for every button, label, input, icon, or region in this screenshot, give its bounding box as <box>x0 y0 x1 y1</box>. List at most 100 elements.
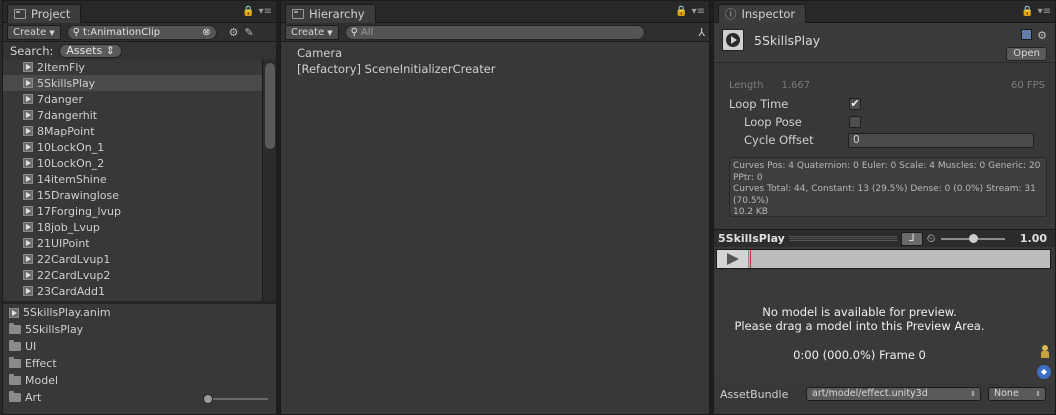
clip-list-item[interactable]: 10LockOn_1 <box>3 139 276 155</box>
folder-list-item[interactable]: 5SkillsPlay.anim <box>3 304 276 321</box>
assetbundle-value: art/model/effect.unity3d <box>812 388 928 399</box>
assetbundle-row: AssetBundle art/model/effect.unity3d ⇕ No… <box>714 385 1055 403</box>
project-create-button[interactable]: Create ▼ <box>7 24 61 40</box>
clip-list-item[interactable]: 10LockOn_2 <box>3 155 276 171</box>
lock-icon[interactable]: 🔒 <box>1021 6 1033 17</box>
tab-project[interactable]: Project <box>7 4 82 23</box>
panel-menu-controls: 🔒 ▾≡ <box>242 6 272 17</box>
clip-list-item-label: 21UIPoint <box>37 236 90 250</box>
anim-clip-icon <box>23 94 33 104</box>
playback-speed-icon: ⏲ <box>926 231 936 245</box>
filter-by-type-icon[interactable]: ⚙ <box>229 26 239 39</box>
clip-list-item[interactable]: 8MapPoint <box>3 123 276 139</box>
speed-knob[interactable] <box>969 233 979 243</box>
tab-inspector[interactable]: ⓘ Inspector <box>718 4 807 23</box>
preview-area[interactable]: No model is available for preview. Pleas… <box>714 271 1055 383</box>
avatar-icon[interactable] <box>1041 345 1049 359</box>
anim-clip-icon <box>23 174 33 184</box>
folder-list-item[interactable]: 5SkillsPlay <box>3 321 276 338</box>
clip-list-item[interactable]: 22CardLvup1 <box>3 251 276 267</box>
updown-arrow-icon: ⇕ <box>1035 390 1041 398</box>
play-button[interactable] <box>717 250 749 268</box>
project-search-input[interactable]: ⚲ t:AnimationClip ⊗ <box>66 24 217 40</box>
clip-list-item[interactable]: 7danger <box>3 91 276 107</box>
drag-handle[interactable] <box>788 235 897 242</box>
loop-time-checkbox[interactable]: ✔ <box>849 98 861 110</box>
clip-list-item[interactable]: 21UIPoint <box>3 235 276 251</box>
tab-hierarchy-label: Hierarchy <box>309 7 365 21</box>
panel-menu-icon[interactable]: ▾≡ <box>1038 6 1051 17</box>
lock-icon[interactable]: 🔒 <box>242 6 254 17</box>
clip-list-item-label: 22CardLvup2 <box>37 268 111 282</box>
scene-visibility-icon[interactable]: ⅄ <box>698 26 705 39</box>
inspector-tabbar: ⓘ Inspector 🔒 ▾≡ <box>714 1 1055 23</box>
preview-message: No model is available for preview. Pleas… <box>714 305 1005 333</box>
open-button[interactable]: Open <box>1006 47 1047 61</box>
hierarchy-create-button[interactable]: Create ▼ <box>285 24 339 40</box>
folder-list-item[interactable]: Effect <box>3 355 276 372</box>
variant-select[interactable]: None ⇕ <box>988 387 1046 401</box>
clip-list-item-label: 7dangerhit <box>37 108 98 122</box>
clip-list-item-label: 22CardLvup1 <box>37 252 111 266</box>
filter-by-label-icon[interactable]: ✎ <box>245 26 254 39</box>
clip-list-item[interactable]: 14itemShine <box>3 171 276 187</box>
panel-menu-icon[interactable]: ▾≡ <box>692 6 705 17</box>
loop-pose-checkbox[interactable] <box>849 116 861 128</box>
anim-clip-icon <box>23 206 33 216</box>
clip-list-item[interactable]: 17Forging_lvup <box>3 203 276 219</box>
icon-size-slider[interactable] <box>203 394 268 404</box>
clip-list-item-label: 14itemShine <box>37 172 107 186</box>
panel-menu-icon[interactable]: ▾≡ <box>259 6 272 17</box>
clip-list-item[interactable]: 15Drawinglose <box>3 187 276 203</box>
clip-list-item[interactable]: 5SkillsPlay <box>3 75 276 91</box>
clip-list-item[interactable]: 23CardAdd1 <box>3 283 276 299</box>
search-scope-assets[interactable]: Assets ⇕ <box>59 44 122 58</box>
speed-value: 1.00 <box>1019 232 1047 245</box>
settings-gear-icon[interactable]: ⚙ <box>1037 29 1047 42</box>
assetbundle-label: AssetBundle <box>720 387 789 401</box>
scrollbar-thumb[interactable] <box>265 63 275 149</box>
playback-speed-slider[interactable] <box>941 233 1006 243</box>
clip-list-item[interactable]: 7dangerhit <box>3 107 276 123</box>
folder-icon <box>9 374 21 385</box>
hierarchy-tab-icon <box>292 9 304 19</box>
clip-list-item[interactable]: 18job_Lvup <box>3 219 276 235</box>
clip-list-item-label: 2ItemFly <box>37 60 85 74</box>
length-value: 1.667 <box>781 79 811 91</box>
clip-list-item-label: 10LockOn_2 <box>37 156 105 170</box>
tab-inspector-label: Inspector <box>741 7 796 21</box>
clear-search-icon[interactable]: ⊗ <box>202 27 210 38</box>
assetbundle-select[interactable]: art/model/effect.unity3d ⇕ <box>806 387 981 401</box>
preview-clip-name: 5SkillsPlay <box>718 232 785 245</box>
preview-timeline[interactable] <box>716 249 1051 269</box>
project-search-value: t:AnimationClip <box>82 26 161 38</box>
folder-list-item[interactable]: UI <box>3 338 276 355</box>
loop-time-label: Loop Time <box>729 97 789 111</box>
dropdown-arrow-icon: ▼ <box>327 28 333 37</box>
curve-info-box: Curves Pos: 4 Quaternion: 0 Euler: 0 Sca… <box>729 157 1047 217</box>
dropdown-arrow-icon: ▼ <box>49 28 55 37</box>
folder-list-item[interactable]: Model <box>3 372 276 389</box>
hierarchy-search-input[interactable]: ⚲ All <box>344 24 645 40</box>
hierarchy-item[interactable]: [Refactory] SceneInitializerCreater <box>281 61 709 77</box>
folder-icon <box>9 391 21 402</box>
inspector-header: 5SkillsPlay ⚙ Open <box>714 23 1055 63</box>
length-label: Length <box>729 79 764 91</box>
tab-hierarchy[interactable]: Hierarchy <box>285 4 376 23</box>
anim-clip-icon <box>23 190 33 200</box>
playhead[interactable] <box>750 250 751 268</box>
hierarchy-panel: Hierarchy 🔒 ▾≡ Create ▼ ⚲ All ⅄ Camera [Re… <box>280 0 710 415</box>
clip-list-item[interactable]: 2ItemFly <box>3 59 276 75</box>
search-scope-label: Search: <box>10 44 54 58</box>
cycle-offset-field[interactable]: 0 <box>848 132 1034 148</box>
clip-list-scrollbar[interactable] <box>262 59 276 301</box>
tag-icon[interactable]: ◆ <box>1037 365 1051 379</box>
help-book-icon[interactable] <box>1021 29 1033 40</box>
clip-list-item[interactable]: 22CardLvup2 <box>3 267 276 283</box>
hierarchy-item[interactable]: Camera <box>281 45 709 61</box>
slider-knob[interactable] <box>203 394 213 404</box>
preview-msg-line1: No model is available for preview. <box>762 305 957 319</box>
folder-list-item-label: Model <box>25 374 59 387</box>
lock-icon[interactable]: 🔒 <box>675 6 687 17</box>
pivot-toggle-button[interactable]: ⅃ <box>900 231 923 246</box>
